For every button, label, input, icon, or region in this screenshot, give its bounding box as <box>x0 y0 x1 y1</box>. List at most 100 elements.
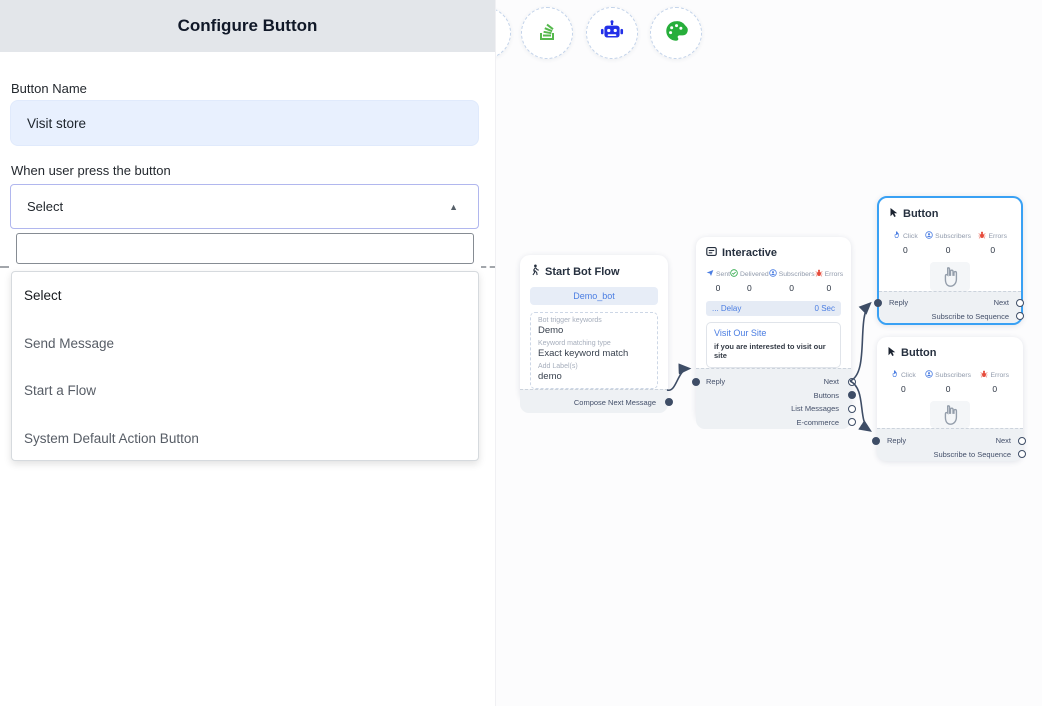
bug-icon <box>815 269 823 279</box>
node-title-label: Button <box>901 347 936 359</box>
reply-label: Reply <box>889 298 908 307</box>
hand-pointer-icon <box>930 401 970 428</box>
field-value: demo <box>538 371 650 382</box>
action-select-value: Select <box>27 199 63 214</box>
node-title-label: Start Bot Flow <box>545 266 620 278</box>
configure-button-panel: Configure Button Button Name When user p… <box>0 0 495 706</box>
node-interactive[interactable]: Interactive Sent 0 <box>696 237 851 422</box>
delay-value: 0 Sec <box>815 304 835 313</box>
output-label: E-commerce <box>796 418 839 427</box>
bug-icon <box>980 370 988 380</box>
chevron-up-icon: ▲ <box>449 202 458 212</box>
bug-icon <box>978 231 986 241</box>
toolbar-button-flows[interactable] <box>521 7 573 59</box>
stat-errors: Errors 0 <box>978 231 1007 255</box>
check-circle-icon <box>730 269 738 279</box>
stat-subscribers: Subscribers 0 <box>925 231 971 255</box>
message-title: Visit Our Site <box>714 328 833 338</box>
option-search-input[interactable] <box>16 233 474 264</box>
app-root: Start Bot Flow Demo_bot Bot trigger keyw… <box>0 0 1042 706</box>
delay-row[interactable]: ... Delay 0 Sec <box>706 301 841 316</box>
node-title-label: Interactive <box>722 247 777 259</box>
subscribe-sequence-output-port[interactable] <box>1016 312 1024 320</box>
reply-label: Reply <box>887 436 906 445</box>
button-name-label: Button Name <box>11 81 87 96</box>
next-output-port[interactable] <box>848 378 856 386</box>
buttons-output-port[interactable] <box>848 391 856 399</box>
action-select[interactable]: Select ▲ <box>10 184 479 229</box>
reply-input-port[interactable] <box>874 299 882 307</box>
option-send-message[interactable]: Send Message <box>12 320 478 368</box>
click-hand-icon <box>893 231 901 241</box>
reply-input-port[interactable] <box>872 437 880 445</box>
paper-plane-icon <box>706 269 714 279</box>
option-select[interactable]: Select <box>12 272 478 320</box>
compose-output-port[interactable] <box>665 398 673 406</box>
bot-fields: Bot trigger keywords Demo Keyword matchi… <box>530 312 658 389</box>
compose-next-message-label: Compose Next Message <box>574 398 656 407</box>
output-label: Next <box>994 298 1009 307</box>
subscribe-sequence-output-port[interactable] <box>1018 450 1026 458</box>
robot-icon <box>599 18 625 49</box>
dashed-guide-left <box>0 266 9 268</box>
node-button-top[interactable]: Button Click 0 <box>877 196 1023 325</box>
output-label: List Messages <box>791 404 839 413</box>
press-action-label: When user press the button <box>11 163 171 178</box>
stat-errors: Errors 0 <box>815 269 844 293</box>
cursor-arrow-icon <box>889 207 898 221</box>
reply-label: Reply <box>706 377 725 386</box>
option-start-a-flow[interactable]: Start a Flow <box>12 367 478 415</box>
output-label: Next <box>824 377 839 386</box>
output-label: Subscribe to Sequence <box>933 450 1011 459</box>
stat-errors: Errors 0 <box>980 370 1009 394</box>
page-title: Configure Button <box>178 16 318 36</box>
stat-sent: Sent 0 <box>706 269 730 293</box>
node-title-label: Button <box>903 208 938 220</box>
toolbar-button-bot[interactable] <box>586 7 638 59</box>
toolbar-circle-partial[interactable] <box>495 7 511 59</box>
message-body: if you are interested to visit our site <box>714 342 833 360</box>
panel-header: Configure Button <box>0 0 495 52</box>
next-output-port[interactable] <box>1018 437 1026 445</box>
subscriber-icon <box>925 370 933 380</box>
option-system-default-action-button[interactable]: System Default Action Button <box>12 415 478 463</box>
output-label: Subscribe to Sequence <box>931 312 1009 321</box>
delay-label: ... Delay <box>712 304 741 313</box>
stat-click: Click 0 <box>893 231 918 255</box>
interactive-message-icon <box>706 246 717 260</box>
field-label: Keyword matching type <box>538 340 650 347</box>
toolbar-button-theme[interactable] <box>650 7 702 59</box>
flow-canvas[interactable]: Start Bot Flow Demo_bot Bot trigger keyw… <box>495 0 1042 706</box>
output-label: Buttons <box>814 391 839 400</box>
field-label: Bot trigger keywords <box>538 317 650 324</box>
action-option-list: Select Send Message Start a Flow System … <box>11 271 479 461</box>
stack-icon <box>535 19 559 48</box>
button-name-input[interactable] <box>10 100 479 146</box>
stat-click: Click 0 <box>891 370 916 394</box>
edge-buttons-to-button-top <box>850 304 870 382</box>
node-start-bot-flow[interactable]: Start Bot Flow Demo_bot Bot trigger keyw… <box>520 255 668 401</box>
hand-pointer-icon <box>930 262 970 291</box>
subscriber-icon <box>769 269 777 279</box>
field-value: Demo <box>538 325 650 336</box>
stat-subscribers: Subscribers 0 <box>769 269 815 293</box>
click-hand-icon <box>891 370 899 380</box>
bot-name-chip[interactable]: Demo_bot <box>530 287 658 305</box>
cursor-arrow-icon <box>887 346 896 360</box>
edge-compose-to-interactive <box>667 369 689 391</box>
palette-icon <box>663 18 689 49</box>
field-value: Exact keyword match <box>538 348 650 359</box>
walking-person-icon <box>530 264 540 279</box>
subscriber-icon <box>925 231 933 241</box>
list-messages-output-port[interactable] <box>848 405 856 413</box>
reply-input-port[interactable] <box>692 378 700 386</box>
node-button-bottom[interactable]: Button Click 0 <box>877 337 1023 461</box>
stat-subscribers: Subscribers 0 <box>925 370 971 394</box>
next-output-port[interactable] <box>1016 299 1024 307</box>
output-label: Next <box>996 436 1011 445</box>
ecommerce-output-port[interactable] <box>848 418 856 426</box>
dashed-guide-right <box>481 266 495 268</box>
stat-delivered: Delivered 0 <box>730 269 769 293</box>
field-label: Add Label(s) <box>538 363 650 370</box>
message-preview[interactable]: Visit Our Site if you are interested to … <box>706 322 841 368</box>
